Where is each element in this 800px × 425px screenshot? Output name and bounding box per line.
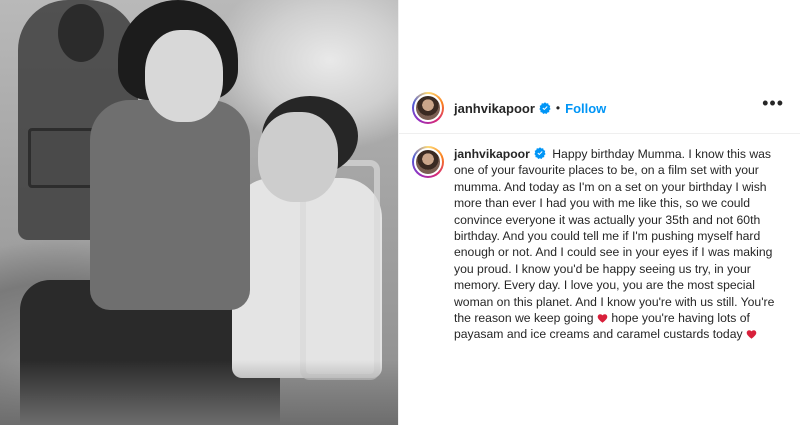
- caption-body-1: Happy birthday Mumma. I know this was on…: [454, 147, 775, 326]
- avatar[interactable]: [412, 92, 444, 124]
- film-camera: [28, 128, 98, 188]
- verified-badge-icon: [534, 147, 546, 159]
- heart-icon: [746, 330, 757, 340]
- post-side-panel: janhvikapoor • Follow ••• janhvikapoor H…: [399, 0, 800, 425]
- separator-dot: •: [555, 101, 561, 115]
- caption-row: janhvikapoor Happy birthday Mumma. I kno…: [412, 146, 792, 343]
- caption-avatar[interactable]: [412, 146, 444, 178]
- background-person-head: [58, 4, 104, 62]
- post-header: janhvikapoor • Follow: [399, 88, 800, 128]
- header-divider: [399, 133, 800, 134]
- more-options-icon[interactable]: •••: [762, 94, 784, 112]
- woman-left-body: [90, 100, 250, 310]
- verified-badge-icon: [539, 102, 551, 114]
- heart-icon: [597, 314, 608, 323]
- caption-text: janhvikapoor Happy birthday Mumma. I kno…: [454, 146, 792, 343]
- follow-button[interactable]: Follow: [565, 101, 606, 116]
- woman-right-face: [258, 112, 338, 202]
- grass: [0, 360, 398, 425]
- username-link[interactable]: janhvikapoor: [454, 101, 535, 116]
- caption-username-link[interactable]: janhvikapoor: [454, 147, 530, 161]
- woman-left-face: [145, 30, 223, 122]
- instagram-post: janhvikapoor • Follow ••• janhvikapoor H…: [0, 0, 800, 425]
- post-photo[interactable]: [0, 0, 398, 425]
